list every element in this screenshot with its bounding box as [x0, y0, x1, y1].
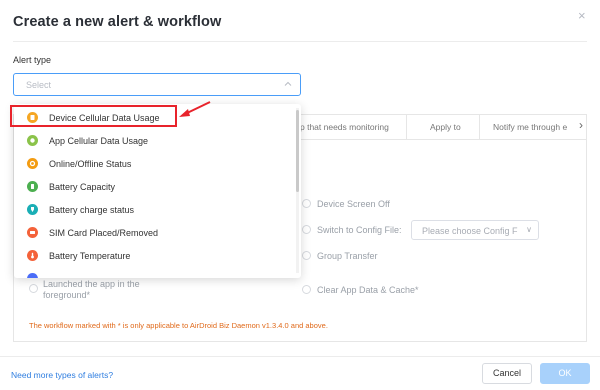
option-app-cellular-data-usage[interactable]: App Cellular Data Usage	[14, 131, 294, 151]
radio-icon	[302, 199, 311, 209]
alert-type-placeholder: Select	[26, 80, 52, 90]
option-label: Battery charge status	[49, 205, 135, 215]
action-label: Group Transfer	[317, 251, 378, 261]
option-partial-next[interactable]	[14, 269, 294, 278]
action-launched-app[interactable]: Launched the app in the foreground*	[29, 279, 140, 301]
tab-notify[interactable]: Notify me through e	[493, 122, 567, 132]
radio-icon	[302, 285, 311, 295]
action-label: Clear App Data & Cache*	[317, 285, 419, 295]
config-file-select[interactable]: Please choose Config F ∨	[411, 220, 539, 240]
chevron-up-icon	[284, 81, 292, 86]
option-battery-temperature[interactable]: Battery Temperature	[14, 246, 294, 266]
action-device-screen-off[interactable]: Device Screen Off	[302, 199, 390, 209]
radio-icon	[302, 251, 311, 261]
close-icon[interactable]: ×	[578, 9, 586, 22]
config-placeholder: Please choose Config F	[422, 226, 518, 236]
alert-type-label: Alert type	[13, 55, 52, 65]
tab-divider	[479, 115, 480, 139]
radio-icon	[29, 284, 38, 293]
status-icon	[27, 158, 38, 169]
chevron-down-icon: ∨	[526, 225, 532, 234]
annotation-arrow-icon	[179, 101, 211, 117]
option-sim-card-placed-removed[interactable]: SIM Card Placed/Removed	[14, 223, 294, 243]
footer-divider	[0, 356, 600, 357]
action-label: Launched the app in the	[43, 279, 140, 289]
charge-icon	[27, 204, 38, 215]
option-battery-capacity[interactable]: Battery Capacity	[14, 177, 294, 197]
option-label: App Cellular Data Usage	[49, 136, 149, 146]
chevron-right-icon[interactable]: ›	[579, 118, 583, 132]
action-switch-config[interactable]: Switch to Config File:	[302, 225, 402, 235]
battery-icon	[27, 181, 38, 192]
option-icon	[27, 273, 38, 278]
action-clear-app-data[interactable]: Clear App Data & Cache*	[302, 285, 419, 295]
action-label: foreground*	[43, 290, 91, 300]
action-label: Switch to Config File:	[317, 225, 402, 235]
dialog-title: Create a new alert & workflow	[13, 14, 222, 30]
ok-button[interactable]: OK	[540, 363, 590, 384]
option-label: SIM Card Placed/Removed	[49, 228, 159, 238]
alert-type-select[interactable]: Select	[13, 73, 301, 96]
temperature-icon	[27, 250, 38, 261]
tab-apply-to[interactable]: Apply to	[430, 122, 461, 132]
tab-app-monitoring[interactable]: p that needs monitoring	[300, 122, 389, 132]
header-divider	[13, 41, 587, 42]
create-alert-dialog: Create a new alert & workflow × Alert ty…	[0, 0, 600, 390]
sim-card-icon	[27, 227, 38, 238]
option-online-offline-status[interactable]: Online/Offline Status	[14, 154, 294, 174]
option-battery-charge-status[interactable]: Battery charge status	[14, 200, 294, 220]
highlight-box	[10, 105, 177, 127]
radio-icon	[302, 225, 311, 235]
dropdown-scrollbar[interactable]	[296, 110, 299, 192]
option-label: Battery Temperature	[49, 251, 131, 261]
action-label: Device Screen Off	[317, 199, 390, 209]
action-group-transfer[interactable]: Group Transfer	[302, 251, 378, 261]
cancel-button[interactable]: Cancel	[482, 363, 532, 384]
option-label: Battery Capacity	[49, 182, 116, 192]
app-data-icon	[27, 135, 38, 146]
option-label: Online/Offline Status	[49, 159, 132, 169]
daemon-version-note: The workflow marked with * is only appli…	[29, 321, 328, 330]
more-alerts-link[interactable]: Need more types of alerts?	[11, 370, 113, 380]
alert-type-dropdown: Device Cellular Data Usage App Cellular …	[14, 104, 301, 278]
tab-divider	[406, 115, 407, 139]
